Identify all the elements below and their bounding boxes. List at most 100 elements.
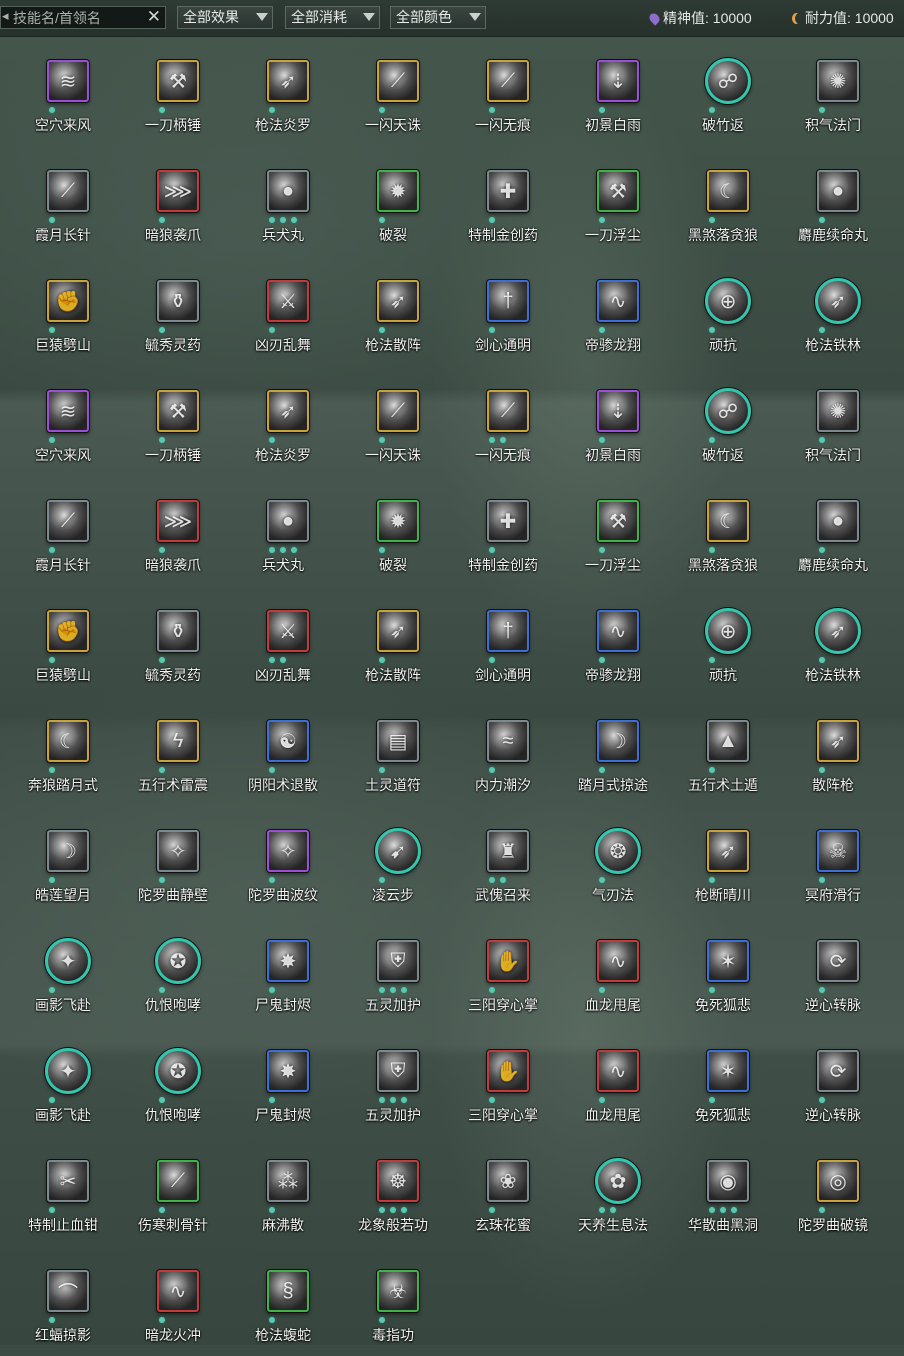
claw-icon[interactable]: ⋙ <box>157 170 199 212</box>
skill-slot[interactable]: ≋ 空穴来风 <box>8 36 118 146</box>
burst-icon[interactable]: ✹ <box>377 500 419 542</box>
strike-icon[interactable]: ⚒ <box>597 500 639 542</box>
bamboo-icon[interactable]: ☍ <box>705 388 751 434</box>
claw-icon[interactable]: ⋙ <box>157 500 199 542</box>
needle-icon[interactable]: ⟋ <box>47 170 89 212</box>
skill-slot[interactable]: ✋ 三阳穿心掌 <box>448 1026 558 1136</box>
skill-slot[interactable]: ● 麝鹿续命丸 <box>778 476 888 586</box>
skill-slot[interactable]: ➶ 枪法铁林 <box>778 586 888 696</box>
skill-slot[interactable]: ✪ 仇恨咆哮 <box>118 1026 228 1136</box>
skill-slot[interactable]: ⊕ 顽抗 <box>668 586 778 696</box>
ape-icon[interactable]: ✊ <box>47 280 89 322</box>
skill-slot[interactable]: ➶ 枪法铁林 <box>778 256 888 366</box>
skill-slot[interactable]: ⇣ 初景白雨 <box>558 36 668 146</box>
slash-icon[interactable]: ⟋ <box>377 60 419 102</box>
snake-icon[interactable]: § <box>267 1270 309 1312</box>
skill-slot[interactable]: ∿ 血龙甩尾 <box>558 1026 668 1136</box>
skill-slot[interactable]: ∿ 帝骖龙翔 <box>558 586 668 696</box>
skill-slot[interactable]: ⋙ 暗狼袭爪 <box>118 146 228 256</box>
skill-slot[interactable]: ❀ 玄珠花蜜 <box>448 1136 558 1246</box>
skill-slot[interactable]: ⟋ 霞月长针 <box>8 146 118 256</box>
skill-slot[interactable]: ✋ 三阳穿心掌 <box>448 916 558 1026</box>
pill-icon[interactable]: ● <box>817 170 859 212</box>
skill-slot[interactable]: ⟋ 一闪无痕 <box>448 366 558 476</box>
dragon-icon[interactable]: ∿ <box>597 280 639 322</box>
skill-slot[interactable]: ⟋ 霞月长针 <box>8 476 118 586</box>
step-icon[interactable]: ➹ <box>375 828 421 874</box>
skill-slot[interactable]: ● 兵犬丸 <box>228 146 338 256</box>
skill-slot[interactable]: ● 兵犬丸 <box>228 476 338 586</box>
skill-slot[interactable]: ✶ 免死狐悲 <box>668 1026 778 1136</box>
skill-slot[interactable]: ✚ 特制金创药 <box>448 476 558 586</box>
skill-slot[interactable]: ⟋ 一闪天诛 <box>338 366 448 476</box>
strike-icon[interactable]: ⚒ <box>157 390 199 432</box>
skill-slot[interactable]: ☸ 龙象般若功 <box>338 1136 448 1246</box>
dragon-icon[interactable]: ∿ <box>157 1270 199 1312</box>
spear-icon[interactable]: ➶ <box>377 280 419 322</box>
skill-slot[interactable]: ➶ 枪断晴川 <box>668 806 778 916</box>
mirror-icon[interactable]: ◎ <box>817 1160 859 1202</box>
spear-icon[interactable]: ➶ <box>815 608 861 654</box>
roar-icon[interactable]: ✪ <box>155 938 201 984</box>
wolf-icon[interactable]: ☾ <box>707 500 749 542</box>
slash-icon[interactable]: ⟋ <box>487 390 529 432</box>
skill-slot[interactable]: ⟋ 一闪无痕 <box>448 36 558 146</box>
poison-icon[interactable]: ☣ <box>377 1270 419 1312</box>
fire-icon[interactable]: ✸ <box>267 940 309 982</box>
guard-icon[interactable]: ⛨ <box>377 1050 419 1092</box>
skill-slot[interactable]: ◉ 华散曲黑洞 <box>668 1136 778 1246</box>
rain-icon[interactable]: ⇣ <box>597 390 639 432</box>
skill-slot[interactable]: ϟ 五行术雷震 <box>118 696 228 806</box>
dance-icon[interactable]: ✧ <box>157 830 199 872</box>
strike-icon[interactable]: ⚒ <box>597 170 639 212</box>
slash-icon[interactable]: ⟋ <box>377 390 419 432</box>
vein-icon[interactable]: ⟳ <box>817 940 859 982</box>
skill-slot[interactable]: § 枪法蝮蛇 <box>228 1246 338 1356</box>
skill-slot[interactable]: ✚ 特制金创药 <box>448 146 558 256</box>
puppet-icon[interactable]: ♜ <box>487 830 529 872</box>
skill-slot[interactable]: ▤ 土灵道符 <box>338 696 448 806</box>
skill-slot[interactable]: ⊕ 顽抗 <box>668 256 778 366</box>
skill-slot[interactable]: ✊ 巨猿劈山 <box>8 586 118 696</box>
skill-slot[interactable]: ♜ 武傀召来 <box>448 806 558 916</box>
sword-icon[interactable]: † <box>487 280 529 322</box>
ape-icon[interactable]: ✊ <box>47 610 89 652</box>
medicine-icon[interactable]: ✚ <box>487 500 529 542</box>
skill-slot[interactable]: ➶ 枪法散阵 <box>338 256 448 366</box>
skill-slot[interactable]: ∿ 帝骖龙翔 <box>558 256 668 366</box>
shadow-icon[interactable]: ✦ <box>45 938 91 984</box>
palm-icon[interactable]: ✋ <box>487 1050 529 1092</box>
wolf-icon[interactable]: ☾ <box>47 720 89 762</box>
moon-icon[interactable]: ☽ <box>47 830 89 872</box>
skill-slot[interactable]: ⚔ 凶刃乱舞 <box>228 586 338 696</box>
breath-icon[interactable]: ✿ <box>595 1158 641 1204</box>
skill-slot[interactable]: ⚒ 一刀浮尘 <box>558 146 668 256</box>
skill-slot[interactable]: ⚒ 一刀柄锤 <box>118 36 228 146</box>
skill-slot[interactable]: ☍ 破竹返 <box>668 366 778 476</box>
sword-icon[interactable]: † <box>487 610 529 652</box>
wind-icon[interactable]: ≋ <box>47 390 89 432</box>
medicine-icon[interactable]: ✚ <box>487 170 529 212</box>
skill-slot[interactable]: ⇣ 初景白雨 <box>558 366 668 476</box>
blackhole-icon[interactable]: ◉ <box>707 1160 749 1202</box>
moon-icon[interactable]: ☽ <box>597 720 639 762</box>
skill-slot[interactable]: ⚱ 毓秀灵药 <box>118 256 228 366</box>
fox-icon[interactable]: ✶ <box>707 1050 749 1092</box>
shadow-icon[interactable]: ✦ <box>45 1048 91 1094</box>
strike-icon[interactable]: ⚒ <box>157 60 199 102</box>
fox-icon[interactable]: ✶ <box>707 940 749 982</box>
needle-icon[interactable]: ⟋ <box>157 1160 199 1202</box>
thunder-icon[interactable]: ϟ <box>157 720 199 762</box>
skill-slot[interactable]: ☍ 破竹返 <box>668 36 778 146</box>
skill-slot[interactable]: ✺ 积气法门 <box>778 366 888 476</box>
skill-slot[interactable]: † 剑心通明 <box>448 586 558 696</box>
spear-icon[interactable]: ➶ <box>267 390 309 432</box>
palm-icon[interactable]: ✋ <box>487 940 529 982</box>
needle-icon[interactable]: ⟋ <box>47 500 89 542</box>
qi-icon[interactable]: ✺ <box>817 390 859 432</box>
blade-icon[interactable]: ⚔ <box>267 280 309 322</box>
effect-filter-dropdown[interactable]: 全部效果 <box>177 6 273 29</box>
skill-slot[interactable]: ⋙ 暗狼袭爪 <box>118 476 228 586</box>
skill-slot[interactable]: ☾ 黑煞落贪狼 <box>668 146 778 256</box>
skill-slot[interactable]: ❂ 气刃法 <box>558 806 668 916</box>
